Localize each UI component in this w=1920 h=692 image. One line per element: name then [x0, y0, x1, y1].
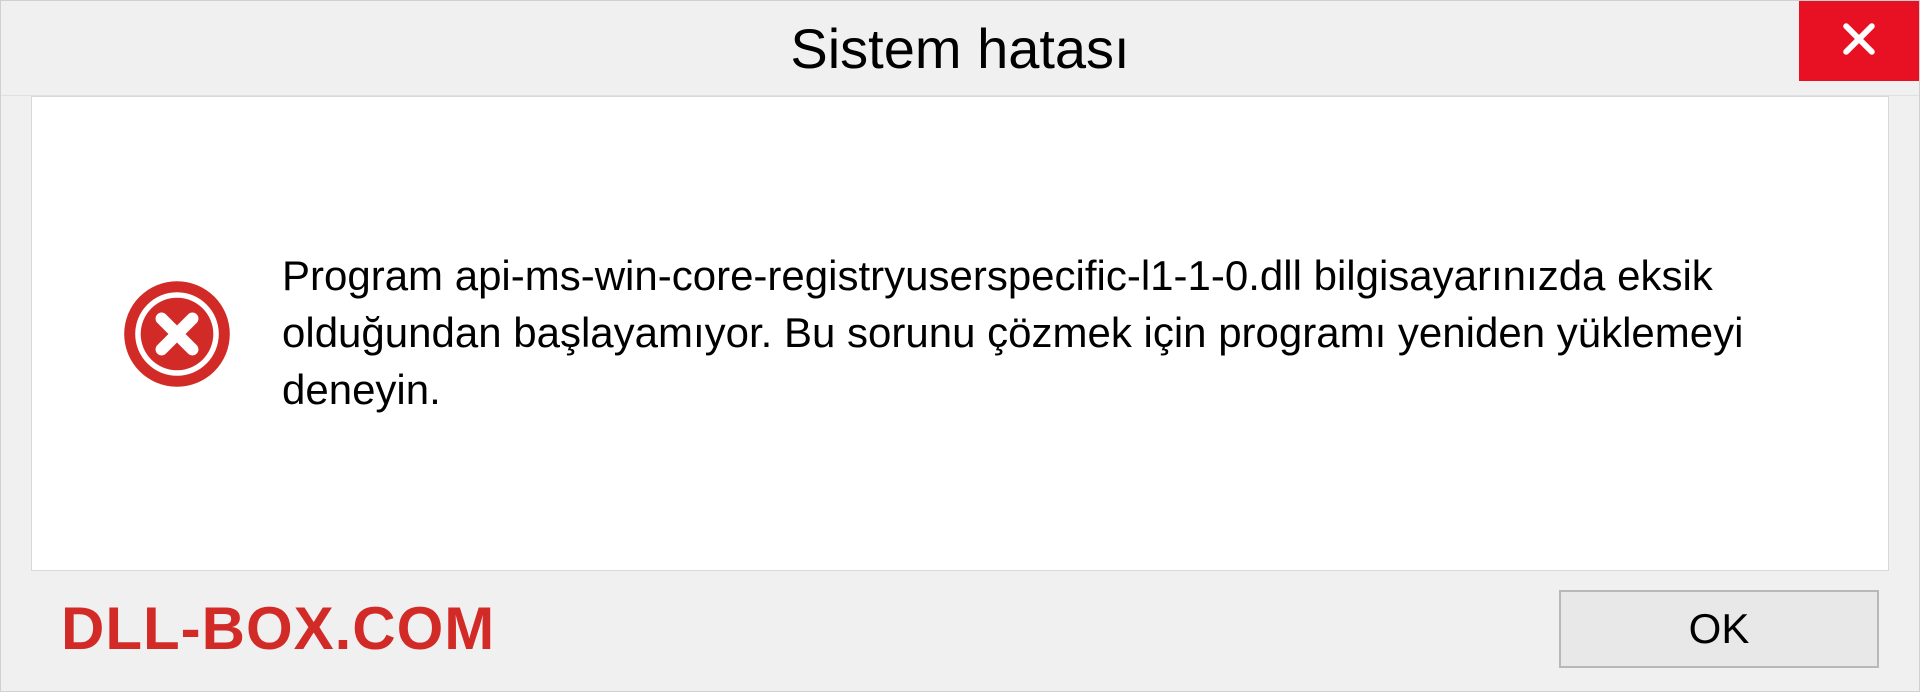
titlebar: Sistem hatası — [1, 1, 1919, 96]
close-button[interactable] — [1799, 1, 1919, 81]
dialog-title: Sistem hatası — [790, 16, 1129, 81]
message-panel: Program api-ms-win-core-registryuserspec… — [31, 96, 1889, 571]
system-error-dialog: Sistem hatası Program api-ms-wi — [0, 0, 1920, 692]
brand-watermark: DLL-BOX.COM — [31, 594, 495, 663]
error-message: Program api-ms-win-core-registryuserspec… — [282, 248, 1798, 418]
content-area: Program api-ms-win-core-registryuserspec… — [1, 96, 1919, 691]
close-icon — [1837, 17, 1881, 66]
ok-button[interactable]: OK — [1559, 590, 1879, 668]
dialog-footer: DLL-BOX.COM OK — [31, 591, 1889, 691]
error-icon — [122, 279, 232, 389]
ok-button-label: OK — [1689, 605, 1750, 653]
